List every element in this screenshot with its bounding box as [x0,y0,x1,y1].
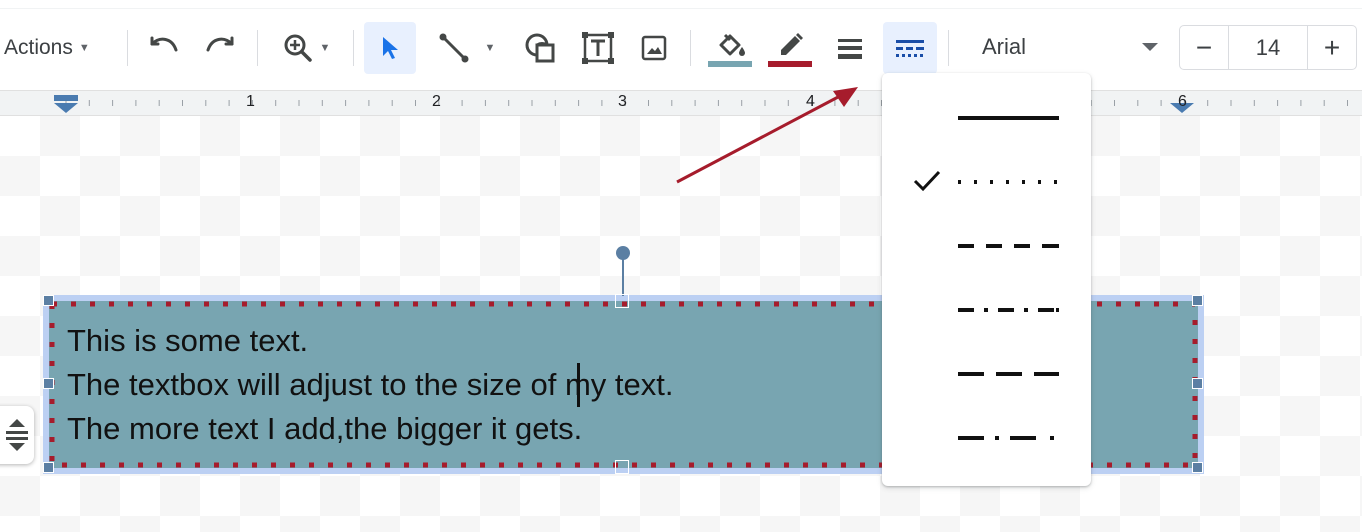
ruler-number: 4 [806,93,815,110]
chevron-down-icon: ▼ [484,42,496,54]
fill-color-icon [719,33,745,56]
line-tool-button[interactable]: ▼ [428,30,504,66]
text-box-content[interactable]: This is some text. The textbox will adju… [67,319,673,451]
chevron-down-icon: ▼ [319,42,331,54]
resize-handle-top-left[interactable] [43,295,54,306]
resize-handle-bottom-left[interactable] [43,462,54,473]
toolbar-divider [257,30,258,66]
redo-icon [206,36,234,52]
ruler-number: 2 [432,93,441,110]
border-weight-button[interactable] [830,30,870,66]
undo-icon [150,36,178,52]
text-cursor [577,363,580,407]
border-dash-button[interactable] [883,22,937,74]
solid-line-icon [958,116,1059,120]
select-tool-button[interactable] [364,22,416,74]
ruler: 1 2 3 4 6 [0,90,1362,116]
text-line: This is some text. [67,323,309,358]
border-dash-menu [882,73,1091,486]
textbox-tool-button[interactable] [578,28,618,68]
vertical-resize-icon [6,419,28,451]
border-dash-icon [896,40,924,57]
toolbar-divider [948,30,949,66]
side-resize-tool[interactable] [0,406,34,464]
dashed-line-icon [958,244,1059,248]
toolbar-divider [353,30,354,66]
checkmark-icon [912,166,942,199]
rotate-handle-stem [622,258,624,296]
long-dash-line-icon [958,372,1059,376]
actions-label: Actions [4,36,73,59]
zoom-button[interactable]: ▼ [274,30,338,66]
fill-color-swatch [708,61,752,67]
toolbar: Actions ▼ ▼ ▼ Arial − 14 + [0,0,1362,90]
border-color-icon [781,33,803,55]
toolbar-divider [690,30,691,66]
ruler-number: 6 [1178,93,1187,110]
shape-tool-button[interactable] [520,28,560,68]
dash-option-dashed[interactable] [882,212,1091,276]
long-dash-dot-line-icon [958,436,1054,440]
ruler-number: 3 [618,93,627,110]
font-dropdown-icon[interactable] [1142,43,1158,51]
text-line: The textbox will adjust to the size of m… [67,367,674,402]
border-color-button[interactable] [766,26,814,72]
dash-option-dotted[interactable] [882,148,1091,212]
line-icon [439,33,469,63]
zoom-icon [284,34,312,62]
shape-icon [525,33,555,63]
decrease-font-size-button[interactable]: − [1180,26,1228,69]
font-name-select[interactable]: Arial [982,34,1026,60]
dash-option-dash-dot[interactable] [882,276,1091,340]
textbox-icon [582,32,614,64]
image-icon [641,35,667,61]
dash-option-long-dash[interactable] [882,340,1091,404]
increase-font-size-button[interactable]: + [1308,26,1356,69]
actions-menu-button[interactable]: Actions ▼ [4,30,90,66]
undo-button[interactable] [144,30,184,66]
resize-handle-left[interactable] [43,378,54,389]
dash-option-long-dash-dot[interactable] [882,404,1091,468]
redo-button[interactable] [200,30,240,66]
resize-handle-top-right[interactable] [1192,295,1203,306]
toolbar-top-border [0,8,1362,9]
image-tool-button[interactable] [636,30,672,66]
resize-handle-right[interactable] [1192,378,1203,389]
ruler-ticks [54,95,1348,113]
dash-dot-line-icon [958,308,1059,312]
rotate-handle[interactable] [616,246,630,260]
resize-handle-bottom[interactable] [615,460,629,474]
border-color-swatch [768,61,812,67]
text-line: The more text I add,the bigger it gets. [67,411,583,446]
resize-handle-bottom-right[interactable] [1192,462,1203,473]
toolbar-divider [127,30,128,66]
chevron-down-icon: ▼ [78,42,90,54]
font-size-input[interactable]: 14 [1228,26,1308,69]
font-size-stepper: − 14 + [1179,25,1357,70]
dotted-line-icon [958,180,1057,184]
border-weight-icon [838,39,862,59]
fill-color-button[interactable] [704,26,756,72]
dash-option-solid[interactable] [882,84,1091,148]
select-icon [383,37,398,59]
ruler-number: 1 [246,93,255,110]
resize-handle-top[interactable] [615,294,629,308]
